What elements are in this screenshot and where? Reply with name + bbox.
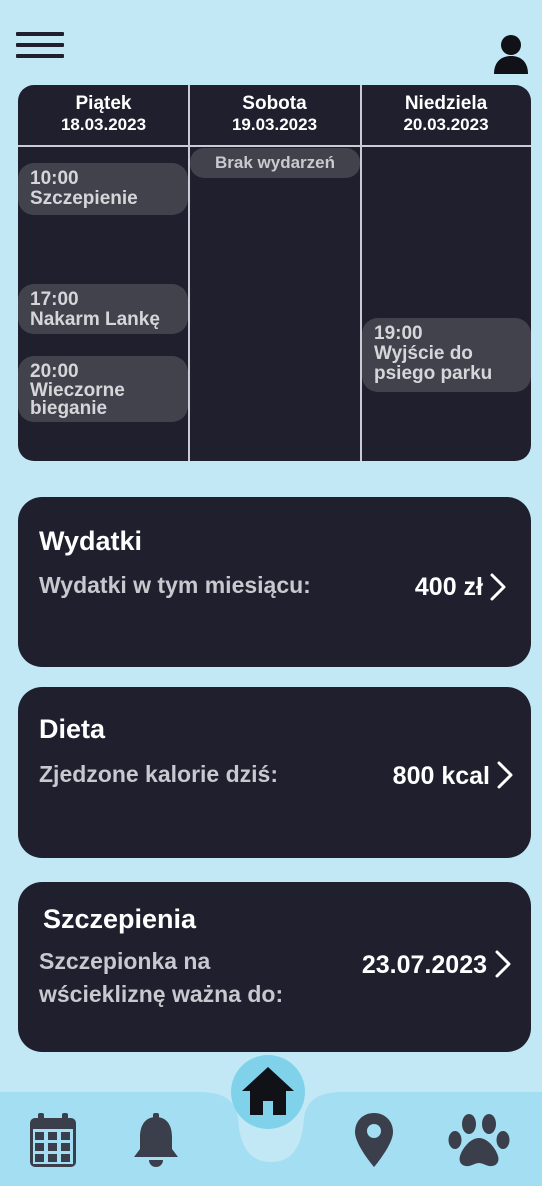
card-value: 400 zł	[414, 573, 483, 601]
profile-button[interactable]	[492, 34, 530, 74]
card-value: 800 kcal	[392, 762, 490, 790]
hamburger-menu-icon	[16, 32, 64, 36]
day-date: 19.03.2023	[231, 115, 318, 134]
event-time: 20:00	[30, 361, 79, 382]
menu-button[interactable]	[14, 32, 66, 62]
day-name: Sobota	[242, 93, 307, 114]
calendar-event[interactable]: 17:00 Nakarm Lankę	[18, 284, 188, 334]
vaccinations-card[interactable]: Szczepienia Szczepionka na wściekliznę w…	[18, 882, 531, 1052]
calendar-header-divider	[18, 145, 531, 147]
map-pin-icon[interactable]	[355, 1113, 393, 1167]
user-icon	[494, 35, 528, 74]
day-name: Niedziela	[404, 93, 488, 114]
day-date: 20.03.2023	[403, 115, 489, 134]
card-label: Zjedzone kalorie dziś:	[39, 761, 278, 787]
event-time: 17:00	[30, 289, 79, 310]
paw-icon[interactable]	[448, 1113, 510, 1167]
event-time: 19:00	[374, 323, 423, 344]
event-title: Wieczorne bieganie	[30, 380, 125, 419]
no-events-label: Brak wydarzeń	[190, 148, 360, 178]
chevron-right-icon	[495, 950, 511, 978]
day-header-sunday: Niedziela 20.03.2023	[361, 85, 531, 145]
chevron-right-icon	[490, 573, 506, 601]
calendar-event[interactable]: 10:00 Szczepienie	[18, 163, 188, 215]
event-time: 10:00	[30, 168, 79, 189]
card-label: Wydatki w tym miesiącu:	[39, 572, 311, 598]
card-title: Wydatki	[39, 526, 143, 556]
diet-card[interactable]: Dieta Zjedzone kalorie dziś: 800 kcal	[18, 687, 531, 858]
home-button[interactable]	[231, 1055, 305, 1129]
event-title: Nakarm Lankę	[30, 309, 160, 330]
card-label-line-1: Szczepionka na	[39, 948, 211, 974]
chevron-right-icon	[497, 761, 513, 789]
bell-icon[interactable]	[132, 1113, 180, 1167]
card-value: 23.07.2023	[361, 951, 487, 979]
calendar-event[interactable]: 20:00 Wieczorne bieganie	[18, 356, 188, 422]
event-title: Wyjście do psiego parku	[374, 343, 493, 384]
weekly-calendar: Piątek 18.03.2023 Sobota 19.03.2023 Nied…	[18, 85, 531, 461]
day-date: 18.03.2023	[60, 115, 147, 134]
calendar-icon[interactable]	[30, 1113, 76, 1167]
day-header-friday: Piątek 18.03.2023	[18, 85, 189, 145]
card-title: Szczepienia	[43, 904, 197, 934]
home-icon	[242, 1067, 294, 1115]
expenses-card[interactable]: Wydatki Wydatki w tym miesiącu: 400 zł	[18, 497, 531, 667]
card-title: Dieta	[39, 714, 106, 744]
event-title: Szczepienie	[30, 188, 138, 209]
card-label-line-2: wściekliznę ważna do:	[39, 981, 284, 1007]
day-header-saturday: Sobota 19.03.2023	[189, 85, 360, 145]
day-name: Piątek	[75, 93, 132, 114]
calendar-event[interactable]: 19:00 Wyjście do psiego parku	[362, 318, 531, 392]
